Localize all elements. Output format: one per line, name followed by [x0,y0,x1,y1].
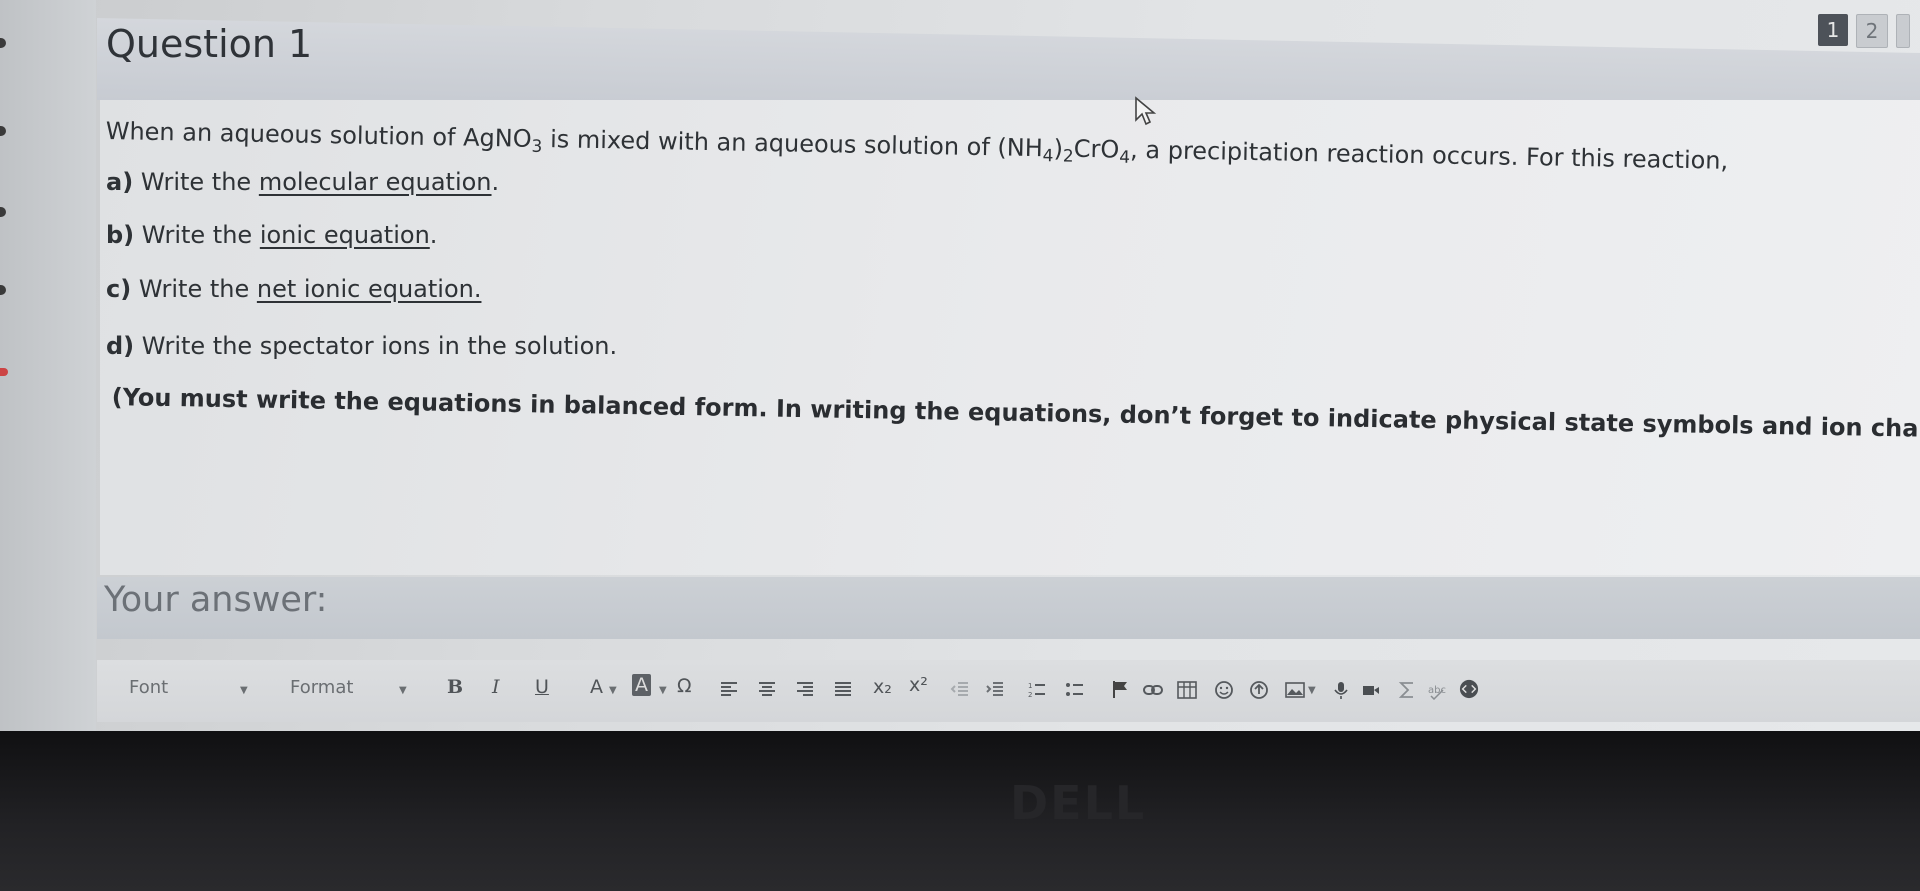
numbered-list-icon[interactable]: 12 [1027,680,1047,700]
align-left-icon[interactable] [719,680,739,700]
monitor-bezel [0,731,1920,891]
question-page-nav: 1 2 [1818,14,1910,48]
sigma-icon[interactable] [1397,680,1417,700]
chevron-down-icon: ▼ [659,685,667,696]
emoji-icon[interactable] [1214,680,1234,700]
outdent-icon[interactable] [950,680,970,700]
table-icon[interactable] [1177,680,1197,700]
net-ionic-equation-term: net ionic equation. [256,275,482,303]
sidebar-mark [0,285,6,295]
image-icon[interactable] [1285,680,1305,700]
indent-icon[interactable] [985,680,1005,700]
sidebar-mark [0,207,6,217]
image-upload-icon[interactable] [1249,680,1269,700]
answer-header-bar [97,577,1920,639]
page-3-button[interactable] [1896,14,1910,48]
italic-button[interactable]: I [492,676,500,698]
background-color-button[interactable]: A [632,674,651,696]
question-part-d: d) Write the spectator ions in the solut… [106,332,618,360]
microphone-icon[interactable] [1331,680,1351,700]
svg-text:1: 1 [1028,682,1032,690]
flag-icon[interactable] [1111,679,1131,699]
question-part-a: a) Write the molecular equation. [106,168,500,196]
format-select[interactable]: Format [290,677,353,698]
align-right-icon[interactable] [795,680,815,700]
answer-label: Your answer: [104,580,328,620]
chevron-down-icon: ▼ [1308,685,1316,696]
text-color-button[interactable]: A [590,676,603,698]
bold-button[interactable]: B [447,676,463,698]
sidebar-mark [0,126,6,136]
left-sidebar-edge [0,0,96,731]
align-center-icon[interactable] [757,680,777,700]
question-part-b: b) Write the ionic equation. [106,221,438,249]
question-part-c: c) Write the net ionic equation. [106,275,482,303]
chevron-down-icon: ▼ [399,685,407,696]
mouse-cursor-icon [1135,96,1157,126]
molecular-equation-term: molecular equation [258,168,492,196]
source-code-icon[interactable] [1459,679,1479,699]
rich-text-editor-toolbar: Font ▼ Format ▼ B I U A ▼ A ▼ Ω x₂ x² 12… [97,660,1920,722]
spellcheck-icon[interactable]: abc [1427,680,1447,700]
sidebar-indicator-dot [0,368,8,376]
question-title: Question 1 [106,22,313,66]
page-2-button[interactable]: 2 [1856,14,1888,48]
justify-icon[interactable] [833,680,853,700]
browser-screen: Question 1 1 2 When an aqueous solution … [0,0,1920,731]
page-1-button[interactable]: 1 [1818,14,1848,46]
sidebar-mark [0,38,6,48]
font-select[interactable]: Font [129,677,168,698]
ionic-equation-term: ionic equation [259,221,430,249]
video-icon[interactable] [1361,680,1381,700]
superscript-button[interactable]: x² [909,674,928,696]
bulleted-list-icon[interactable] [1065,680,1085,700]
svg-text:2: 2 [1028,691,1032,699]
special-character-button[interactable]: Ω [677,675,692,697]
underline-button[interactable]: U [535,676,549,698]
monitor-brand-logo: DELL [1010,776,1147,830]
chevron-down-icon: ▼ [240,685,248,696]
subscript-button[interactable]: x₂ [873,676,892,698]
link-icon[interactable] [1143,680,1163,700]
chevron-down-icon: ▼ [609,685,617,696]
